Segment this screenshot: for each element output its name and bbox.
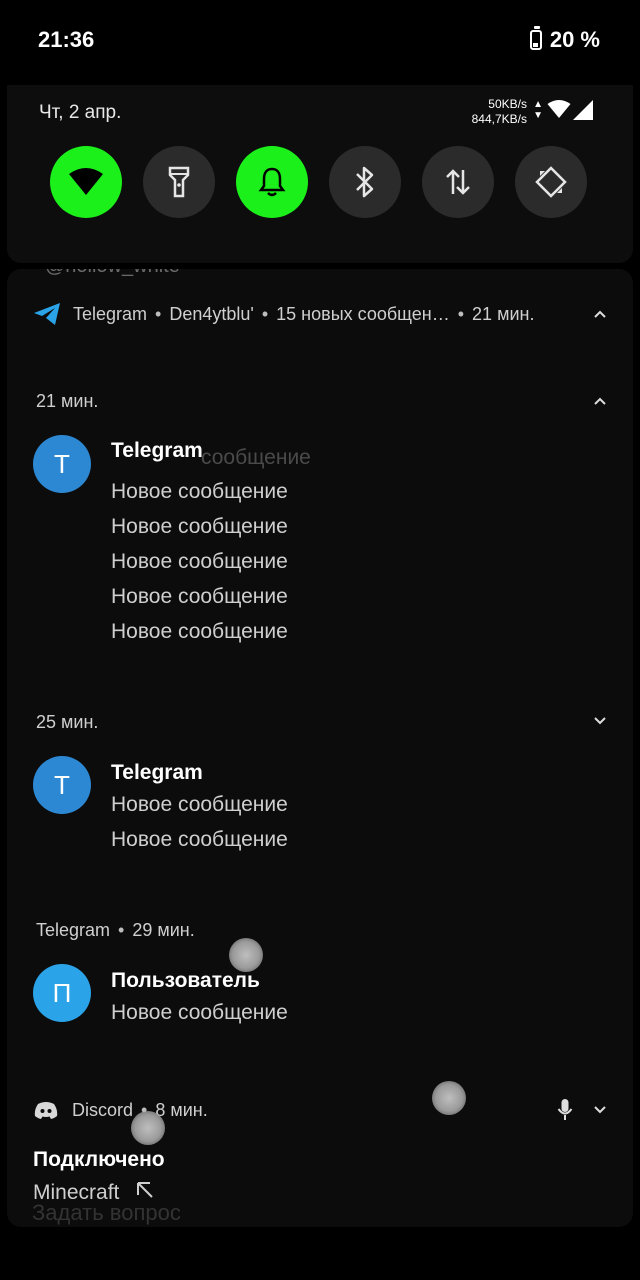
avatar: П [33, 964, 91, 1022]
status-bar: 21:36 20 % [0, 0, 640, 80]
group-2-time: 25 мин. [36, 712, 99, 732]
date-label: Чт, 2 апр. [39, 102, 122, 123]
clock: 21:36 [38, 27, 95, 52]
notification-title: Пользователь [111, 969, 260, 992]
tile-bluetooth[interactable] [329, 146, 401, 218]
cell-signal-icon [573, 100, 593, 120]
flashlight-icon [168, 166, 190, 198]
net-speed-down: 844,7KB/s [471, 112, 527, 126]
message-line: Новое сообщение [111, 515, 288, 538]
group-1-time: 21 мин. [36, 391, 99, 411]
battery-icon [529, 26, 542, 50]
auto-rotate-icon [535, 166, 567, 198]
collapse-chevron-icon[interactable] [593, 396, 607, 406]
quick-settings-panel: Чт, 2 апр. 50KB/s 844,7KB/s ▲ ▼ [7, 85, 633, 263]
discord-title: Подключено [33, 1148, 165, 1171]
header-summary: 15 новых сообщен… [276, 303, 450, 324]
tile-flashlight[interactable] [143, 146, 215, 218]
group-3-header: Telegram • 29 мин. [36, 920, 195, 940]
message-line: Новое сообщение [111, 620, 288, 643]
notification-card[interactable]: @hollow_white Telegram•Den4ytblu'•15 нов… [7, 269, 633, 1227]
tile-wifi[interactable] [50, 146, 122, 218]
net-speed-up: 50KB/s [488, 97, 527, 111]
avatar: T [33, 435, 91, 493]
tile-auto-rotate[interactable] [515, 146, 587, 218]
expand-chevron-icon[interactable] [593, 716, 607, 726]
tile-notifications[interactable] [236, 146, 308, 218]
battery-indicator: 20 % [529, 26, 600, 53]
message-line: Новое сообщение [111, 480, 288, 503]
expand-chevron-icon[interactable] [593, 1105, 607, 1115]
battery-level: 20 % [549, 27, 600, 52]
avatar: T [33, 756, 91, 814]
header-account: Den4ytblu' [169, 303, 254, 324]
header-time: 21 мин. [472, 303, 535, 324]
header-app-name: Telegram [73, 303, 148, 324]
bell-icon [258, 167, 286, 197]
discord-time: 8 мин. [155, 1100, 208, 1120]
message-line: Новое сообщение [111, 828, 288, 851]
notification-title: Telegram [111, 439, 203, 462]
telegram-icon [34, 303, 60, 325]
collapse-chevron-icon[interactable] [593, 309, 607, 319]
network-speed: 50KB/s 844,7KB/s [472, 97, 527, 127]
data-activity-icon: ▲ ▼ [533, 99, 543, 121]
group-3-app: Telegram [36, 920, 111, 940]
animating-message-ghost: сообщение [201, 446, 311, 469]
bluetooth-icon [356, 166, 374, 198]
notification-title: Telegram [111, 761, 203, 784]
touch-indicator [131, 1111, 165, 1145]
data-transfer-icon [446, 169, 470, 195]
telegram-notification-header[interactable]: Telegram • Den4ytblu' • 15 новых сообщен… • 21… [7, 299, 633, 329]
tile-mobile-data[interactable] [422, 146, 494, 218]
quick-tiles [50, 146, 587, 218]
message-line: Новое сообщение [111, 793, 288, 816]
message-line: Новое сообщение [111, 1001, 288, 1024]
touch-indicator [229, 938, 263, 972]
wifi-signal-icon [547, 100, 571, 118]
group-3-time: 29 мин. [132, 920, 195, 940]
message-line: Новое сообщение [111, 585, 288, 608]
message-line: Новое сообщение [111, 550, 288, 573]
microphone-icon [557, 1099, 573, 1120]
cursor-icon [137, 1182, 153, 1198]
touch-indicator [432, 1081, 466, 1115]
scrolled-content-ghost: @hollow_white [45, 269, 180, 278]
discord-icon [34, 1102, 58, 1119]
discord-app-name: Discord [72, 1100, 134, 1120]
discord-notification-header[interactable]: Discord • 8 мин. [7, 1097, 633, 1127]
wifi-icon [69, 168, 103, 195]
background-content-ghost: Задать вопрос [32, 1200, 181, 1225]
